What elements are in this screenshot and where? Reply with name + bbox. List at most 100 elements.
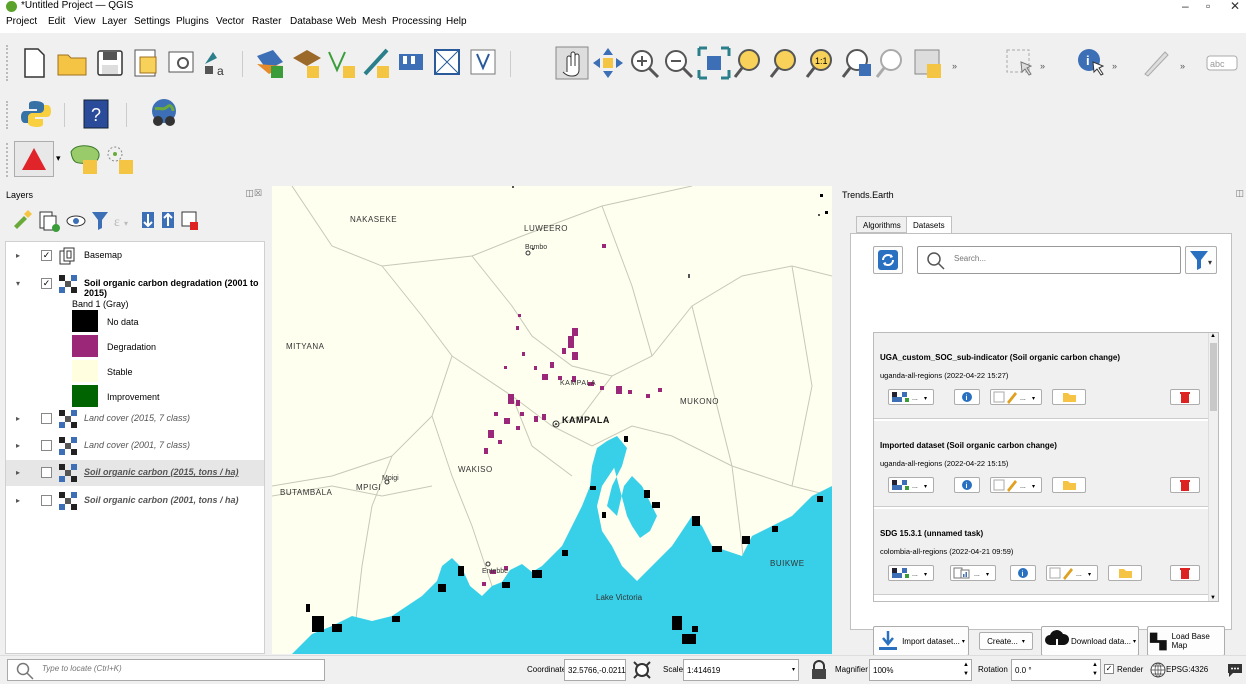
chevron-down-icon[interactable]: ▾: [56, 153, 61, 164]
toolbar-handle[interactable]: [6, 143, 10, 177]
extents-toggle-icon[interactable]: [630, 658, 654, 682]
search-field[interactable]: [917, 246, 1181, 274]
filter-button[interactable]: ▾: [1185, 246, 1217, 274]
add-layer-icon[interactable]: [252, 45, 288, 81]
expand-arrow-icon[interactable]: ▸: [16, 414, 20, 423]
toolbar-overflow-icon[interactable]: »: [952, 61, 957, 71]
crs-label[interactable]: EPSG:4326: [1166, 665, 1208, 674]
menu-raster[interactable]: Raster: [252, 16, 281, 27]
save-project-icon[interactable]: [92, 45, 128, 81]
create-button[interactable]: Create... ▾: [979, 632, 1033, 650]
delete-button[interactable]: [1170, 565, 1200, 581]
panel-float-close-icons[interactable]: ◫☒: [245, 188, 262, 199]
zoom-full-icon[interactable]: [696, 45, 732, 81]
lock-scale-icon[interactable]: [808, 659, 830, 681]
pan-map-icon[interactable]: [554, 45, 590, 81]
add-group-icon[interactable]: [39, 211, 60, 232]
menu-settings[interactable]: Settings: [134, 16, 170, 27]
layer-checkbox[interactable]: [41, 440, 52, 451]
scroll-thumb[interactable]: [1210, 343, 1217, 411]
layer-land-cover-2015[interactable]: ▸ Land cover (2015, 7 class): [6, 408, 264, 430]
layer-soc-degradation[interactable]: ▾ ✓ Soil organic carbon degradation (200…: [6, 273, 264, 298]
maximize-icon[interactable]: ▫: [1206, 0, 1210, 13]
toolbar-handle[interactable]: [6, 101, 10, 129]
add-to-map-button[interactable]: ... ▾: [888, 565, 934, 581]
locator-bar[interactable]: [7, 659, 325, 681]
expand-arrow-icon[interactable]: ▸: [16, 441, 20, 450]
info-button[interactable]: i: [954, 477, 980, 493]
scroll-down-icon[interactable]: ▼: [1210, 595, 1216, 601]
zoom-last-icon[interactable]: [840, 45, 876, 81]
layer-checkbox[interactable]: [41, 495, 52, 506]
collapse-arrow-icon[interactable]: ▾: [16, 279, 20, 288]
map-canvas[interactable]: NAKASEKE LUWEERO Bombo MITYANA KAMPALA M…: [272, 186, 832, 654]
trends-earth-icon[interactable]: [14, 141, 54, 177]
render-checkbox[interactable]: ✓: [1104, 664, 1114, 674]
scroll-up-icon[interactable]: ▲: [1210, 333, 1216, 339]
zoom-to-selection-icon[interactable]: [732, 45, 768, 81]
visibility-icon[interactable]: [66, 215, 86, 227]
open-project-icon[interactable]: [54, 45, 90, 81]
dataset-card[interactable]: Imported dataset (Soil organic carbon ch…: [874, 421, 1209, 507]
layout-manager-icon[interactable]: [164, 45, 200, 81]
filter-icon[interactable]: [92, 212, 108, 230]
magnifier-field[interactable]: 100% ▲ ▼: [869, 659, 972, 681]
menu-plugins[interactable]: Plugins: [176, 16, 209, 27]
expand-all-icon[interactable]: [142, 212, 154, 228]
menu-view[interactable]: View: [74, 16, 96, 27]
layer-checkbox[interactable]: [41, 467, 52, 478]
locator-input[interactable]: [42, 664, 292, 673]
add-vector-layer-icon[interactable]: [324, 45, 360, 81]
add-virtual-layer-icon[interactable]: [466, 45, 502, 81]
info-button[interactable]: i: [1010, 565, 1036, 581]
edit-style-button[interactable]: ... ▾: [990, 389, 1042, 405]
layer-checkbox[interactable]: ✓: [41, 278, 52, 289]
toolbar-handle[interactable]: [6, 45, 10, 81]
pan-to-selection-icon[interactable]: [590, 45, 626, 81]
menu-help[interactable]: Help: [446, 16, 467, 27]
edit-style-button[interactable]: ... ▾: [990, 477, 1042, 493]
delete-button[interactable]: [1170, 389, 1200, 405]
open-folder-button[interactable]: [1108, 565, 1142, 581]
globe-icon[interactable]: [1150, 662, 1166, 678]
import-dataset-button[interactable]: Import dataset... ▾: [873, 626, 969, 656]
info-button[interactable]: i: [954, 389, 980, 405]
menu-mesh[interactable]: Mesh: [362, 16, 386, 27]
layer-soc-2001[interactable]: ▸ Soil organic carbon (2001, tons / ha): [6, 490, 264, 512]
spinbox-arrows-icon[interactable]: ▲ ▼: [1092, 661, 1098, 679]
python-console-icon[interactable]: [18, 96, 54, 132]
expand-arrow-icon[interactable]: ▸: [16, 251, 20, 260]
messages-icon[interactable]: [1226, 661, 1244, 679]
layer-checkbox[interactable]: ✓: [41, 250, 52, 261]
layer-land-cover-2001[interactable]: ▸ Land cover (2001, 7 class): [6, 435, 264, 457]
menu-processing[interactable]: Processing: [392, 16, 441, 27]
menu-web[interactable]: Web: [336, 16, 356, 27]
digitize-polygon-icon[interactable]: [66, 141, 102, 177]
zoom-next-icon[interactable]: [874, 45, 910, 81]
layer-checkbox[interactable]: [41, 413, 52, 424]
new-project-icon[interactable]: [16, 45, 52, 81]
open-folder-button[interactable]: [1052, 389, 1086, 405]
refresh-button[interactable]: [873, 246, 903, 274]
layer-basemap[interactable]: ▸ ✓ Basemap: [6, 245, 264, 267]
report-button[interactable]: ... ▾: [950, 565, 996, 581]
identify-features-icon[interactable]: i: [1074, 45, 1110, 81]
collapse-all-icon[interactable]: [162, 212, 174, 228]
coordinate-field[interactable]: 32.5766,-0.0211: [564, 659, 626, 681]
close-icon[interactable]: ✕: [1230, 0, 1240, 13]
style-manager-icon[interactable]: a: [198, 45, 234, 81]
tab-datasets[interactable]: Datasets: [906, 216, 952, 234]
expand-arrow-icon[interactable]: ▸: [16, 496, 20, 505]
zoom-out-icon[interactable]: [660, 45, 696, 81]
add-mesh-layer-icon[interactable]: [430, 45, 466, 81]
help-icon[interactable]: ?: [78, 96, 114, 132]
search-input[interactable]: [954, 254, 1154, 263]
edit-pencil-icon[interactable]: [1138, 45, 1174, 81]
zoom-native-resolution-icon[interactable]: 1:1: [804, 45, 840, 81]
minimize-icon[interactable]: –: [1182, 0, 1189, 13]
filter-expression-icon[interactable]: ε ▾: [114, 215, 128, 230]
digitize-icon[interactable]: [358, 45, 394, 81]
toolbar-overflow-icon[interactable]: »: [1180, 61, 1185, 71]
edit-style-button[interactable]: ... ▾: [1046, 565, 1098, 581]
load-base-map-button[interactable]: Load Base Map: [1147, 626, 1225, 656]
